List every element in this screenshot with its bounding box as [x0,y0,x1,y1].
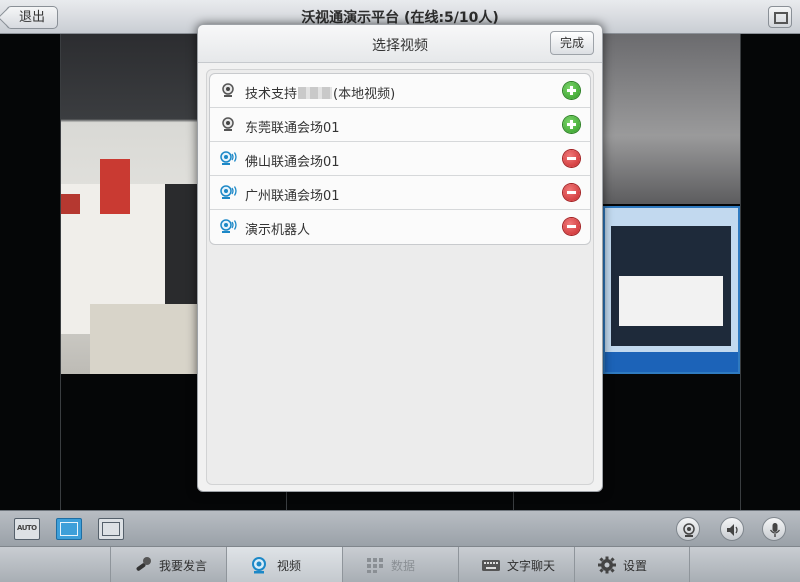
select-video-dialog: 选择视频 完成 技术支持 (本地视频) 东莞联通会场01 佛山联通会场01 广州… [197,24,603,492]
layout-grid-button[interactable] [56,518,82,540]
camera-switch-button[interactable] [676,517,700,541]
gear-icon [598,556,616,574]
tab-label: 设置 [623,559,648,573]
tab-data[interactable]: 数据 [342,547,458,582]
microphone-icon [769,523,781,537]
video-control-bar: AUTO [0,510,800,546]
dialog-header: 选择视频 完成 [198,25,602,63]
dialog-body: 技术支持 (本地视频) 东莞联通会场01 佛山联通会场01 广州联通会场01 演… [206,69,594,485]
speaker-icon [727,524,738,536]
layout-auto-button[interactable]: AUTO [14,518,40,540]
list-item[interactable]: 技术支持 (本地视频) [210,74,590,108]
add-icon[interactable] [563,82,580,99]
layout-auto-label: AUTO [17,524,37,532]
tab-text-chat[interactable]: 文字聊天 [458,547,574,582]
list-item-label: 广州联通会场01 [245,189,340,204]
broadcasting-webcam-icon [220,185,237,199]
list-item[interactable]: 东莞联通会场01 [210,108,590,142]
webcam-icon [252,557,266,574]
remove-icon[interactable] [563,150,580,167]
feed-scene [60,194,80,214]
feed-scene [100,159,130,214]
video-feed-right-top[interactable] [603,34,740,204]
tab-settings[interactable]: 设置 [574,547,690,582]
list-item[interactable]: 广州联通会场01 [210,176,590,210]
speaker-button[interactable] [720,517,744,541]
feed-scene [619,276,723,326]
microphone-button[interactable] [762,517,786,541]
video-source-list: 技术支持 (本地视频) 东莞联通会场01 佛山联通会场01 广州联通会场01 演… [209,73,591,245]
webcam-icon [222,117,234,131]
grid-icon [367,558,383,573]
grid-divider [60,34,61,510]
single-layout-icon [102,522,120,536]
list-item-label: 演示机器人 [245,223,311,238]
broadcasting-webcam-icon [220,219,237,233]
list-item-label: 佛山联通会场01 [245,155,340,170]
fullscreen-icon[interactable] [768,6,792,28]
video-feed-right-meeting[interactable] [603,206,740,374]
list-item-label: 东莞联通会场01 [245,121,340,136]
grid-divider [740,34,741,510]
tab-label: 数据 [391,559,416,573]
tab-video[interactable]: 视频 [226,547,342,582]
tab-label: 我要发言 [159,559,208,573]
camera-icon [683,523,695,537]
tab-label: 视频 [277,559,302,573]
redacted-text [298,87,333,99]
bottom-tab-bar: 我要发言 视频 数据 文字聊天 设置 [0,546,800,582]
dialog-title: 选择视频 [372,38,428,54]
list-item-label: 技术支持 (本地视频) [245,87,396,102]
grid-layout-icon [60,522,78,536]
webcam-icon [222,83,234,97]
keyboard-icon [482,560,500,571]
add-icon[interactable] [563,116,580,133]
microphone-icon [136,557,151,571]
list-item[interactable]: 演示机器人 [210,210,590,244]
broadcasting-webcam-icon [220,151,237,165]
tab-label: 文字聊天 [507,559,556,573]
done-button[interactable]: 完成 [550,31,594,55]
layout-single-button[interactable] [98,518,124,540]
feed-scene [605,352,738,372]
remove-icon[interactable] [563,218,580,235]
tab-speak[interactable]: 我要发言 [110,547,226,582]
remove-icon[interactable] [563,184,580,201]
list-item[interactable]: 佛山联通会场01 [210,142,590,176]
